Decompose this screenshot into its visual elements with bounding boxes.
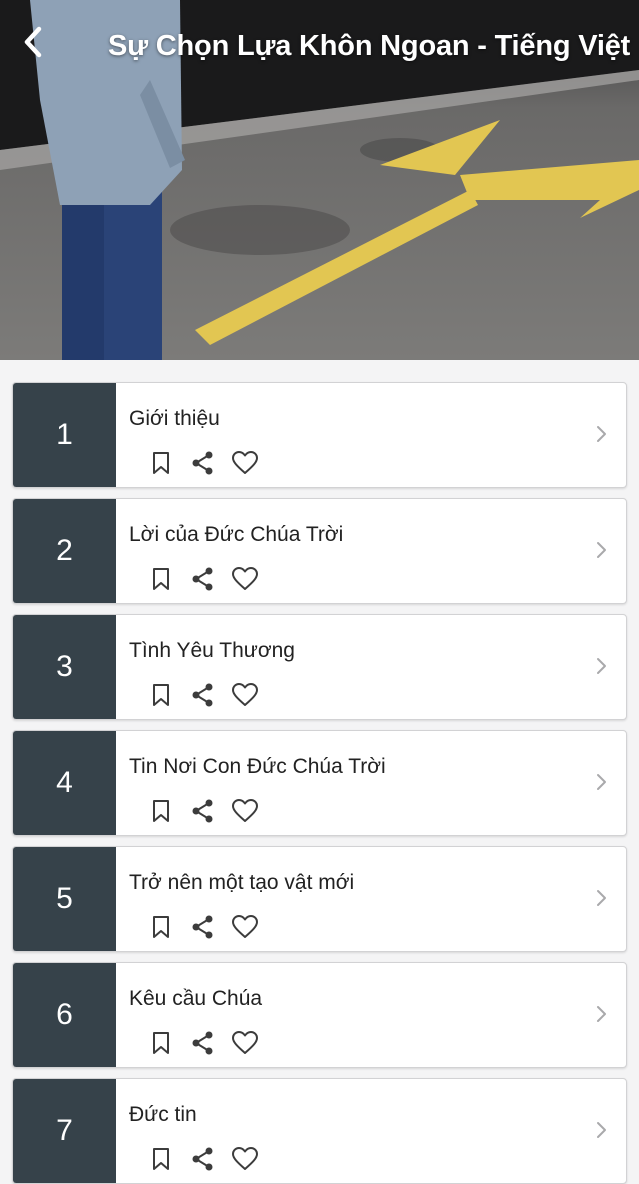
chevron-right-icon [594, 655, 608, 677]
lesson-number: 1 [13, 383, 116, 487]
heart-icon [232, 915, 258, 938]
favorite-button[interactable] [231, 565, 259, 593]
chevron-right-icon [594, 771, 608, 793]
heart-icon [232, 451, 258, 474]
share-button[interactable] [189, 565, 217, 593]
bookmark-icon [153, 916, 169, 938]
bookmark-icon [153, 1148, 169, 1170]
bookmark-button[interactable] [147, 913, 175, 941]
chevron-right-icon [594, 1003, 608, 1025]
lesson-card-3[interactable]: 3 Tình Yêu Thương [12, 614, 627, 720]
share-button[interactable] [189, 797, 217, 825]
bookmark-icon [153, 452, 169, 474]
chevron-right-icon [594, 539, 608, 561]
share-icon [192, 567, 213, 591]
bookmark-icon [153, 568, 169, 590]
share-button[interactable] [189, 913, 217, 941]
share-button[interactable] [189, 681, 217, 709]
lesson-title: Tin Nơi Con Đức Chúa Trời [129, 755, 386, 778]
lesson-number: 4 [13, 731, 116, 835]
lesson-number: 7 [13, 1079, 116, 1183]
share-icon [192, 1147, 213, 1171]
header-image: Sự Chọn Lựa Khôn Ngoan - Tiếng Việt [0, 0, 639, 360]
lesson-number: 5 [13, 847, 116, 951]
heart-icon [232, 1147, 258, 1170]
bookmark-button[interactable] [147, 449, 175, 477]
favorite-button[interactable] [231, 449, 259, 477]
chevron-right-icon [594, 1119, 608, 1141]
lesson-card-7[interactable]: 7 Đức tin [12, 1078, 627, 1184]
bookmark-icon [153, 800, 169, 822]
lesson-title: Đức tin [129, 1103, 197, 1126]
share-button[interactable] [189, 1145, 217, 1173]
bookmark-button[interactable] [147, 565, 175, 593]
share-icon [192, 799, 213, 823]
chevron-left-icon [24, 26, 42, 58]
heart-icon [232, 567, 258, 590]
lesson-number: 3 [13, 615, 116, 719]
lesson-number: 6 [13, 963, 116, 1067]
lesson-card-1[interactable]: 1 Giới thiệu [12, 382, 627, 488]
favorite-button[interactable] [231, 1029, 259, 1057]
favorite-button[interactable] [231, 797, 259, 825]
lesson-title: Trở nên một tạo vật mới [129, 871, 355, 894]
lesson-title: Giới thiệu [129, 407, 220, 430]
bookmark-icon [153, 684, 169, 706]
lesson-card-6[interactable]: 6 Kêu cầu Chúa [12, 962, 627, 1068]
bookmark-button[interactable] [147, 1029, 175, 1057]
share-icon [192, 683, 213, 707]
favorite-button[interactable] [231, 913, 259, 941]
heart-icon [232, 683, 258, 706]
heart-icon [232, 1031, 258, 1054]
share-icon [192, 915, 213, 939]
bookmark-button[interactable] [147, 797, 175, 825]
share-icon [192, 1031, 213, 1055]
heart-icon [232, 799, 258, 822]
share-button[interactable] [189, 449, 217, 477]
bookmark-button[interactable] [147, 1145, 175, 1173]
bookmark-button[interactable] [147, 681, 175, 709]
back-button[interactable] [22, 26, 62, 70]
top-bar: Sự Chọn Lựa Khôn Ngoan - Tiếng Việt [0, 0, 639, 100]
lesson-title: Kêu cầu Chúa [129, 987, 263, 1010]
favorite-button[interactable] [231, 1145, 259, 1173]
page-title: Sự Chọn Lựa Khôn Ngoan - Tiếng Việt [108, 30, 631, 62]
lesson-card-4[interactable]: 4 Tin Nơi Con Đức Chúa Trời [12, 730, 627, 836]
chevron-right-icon [594, 887, 608, 909]
lesson-title: Lời của Đức Chúa Trời [129, 523, 344, 546]
lesson-card-5[interactable]: 5 Trở nên một tạo vật mới [12, 846, 627, 952]
lesson-number: 2 [13, 499, 116, 603]
lesson-title: Tình Yêu Thương [129, 639, 295, 662]
bookmark-icon [153, 1032, 169, 1054]
favorite-button[interactable] [231, 681, 259, 709]
share-icon [192, 451, 213, 475]
share-button[interactable] [189, 1029, 217, 1057]
lesson-card-2[interactable]: 2 Lời của Đức Chúa Trời [12, 498, 627, 604]
chevron-right-icon [594, 423, 608, 445]
